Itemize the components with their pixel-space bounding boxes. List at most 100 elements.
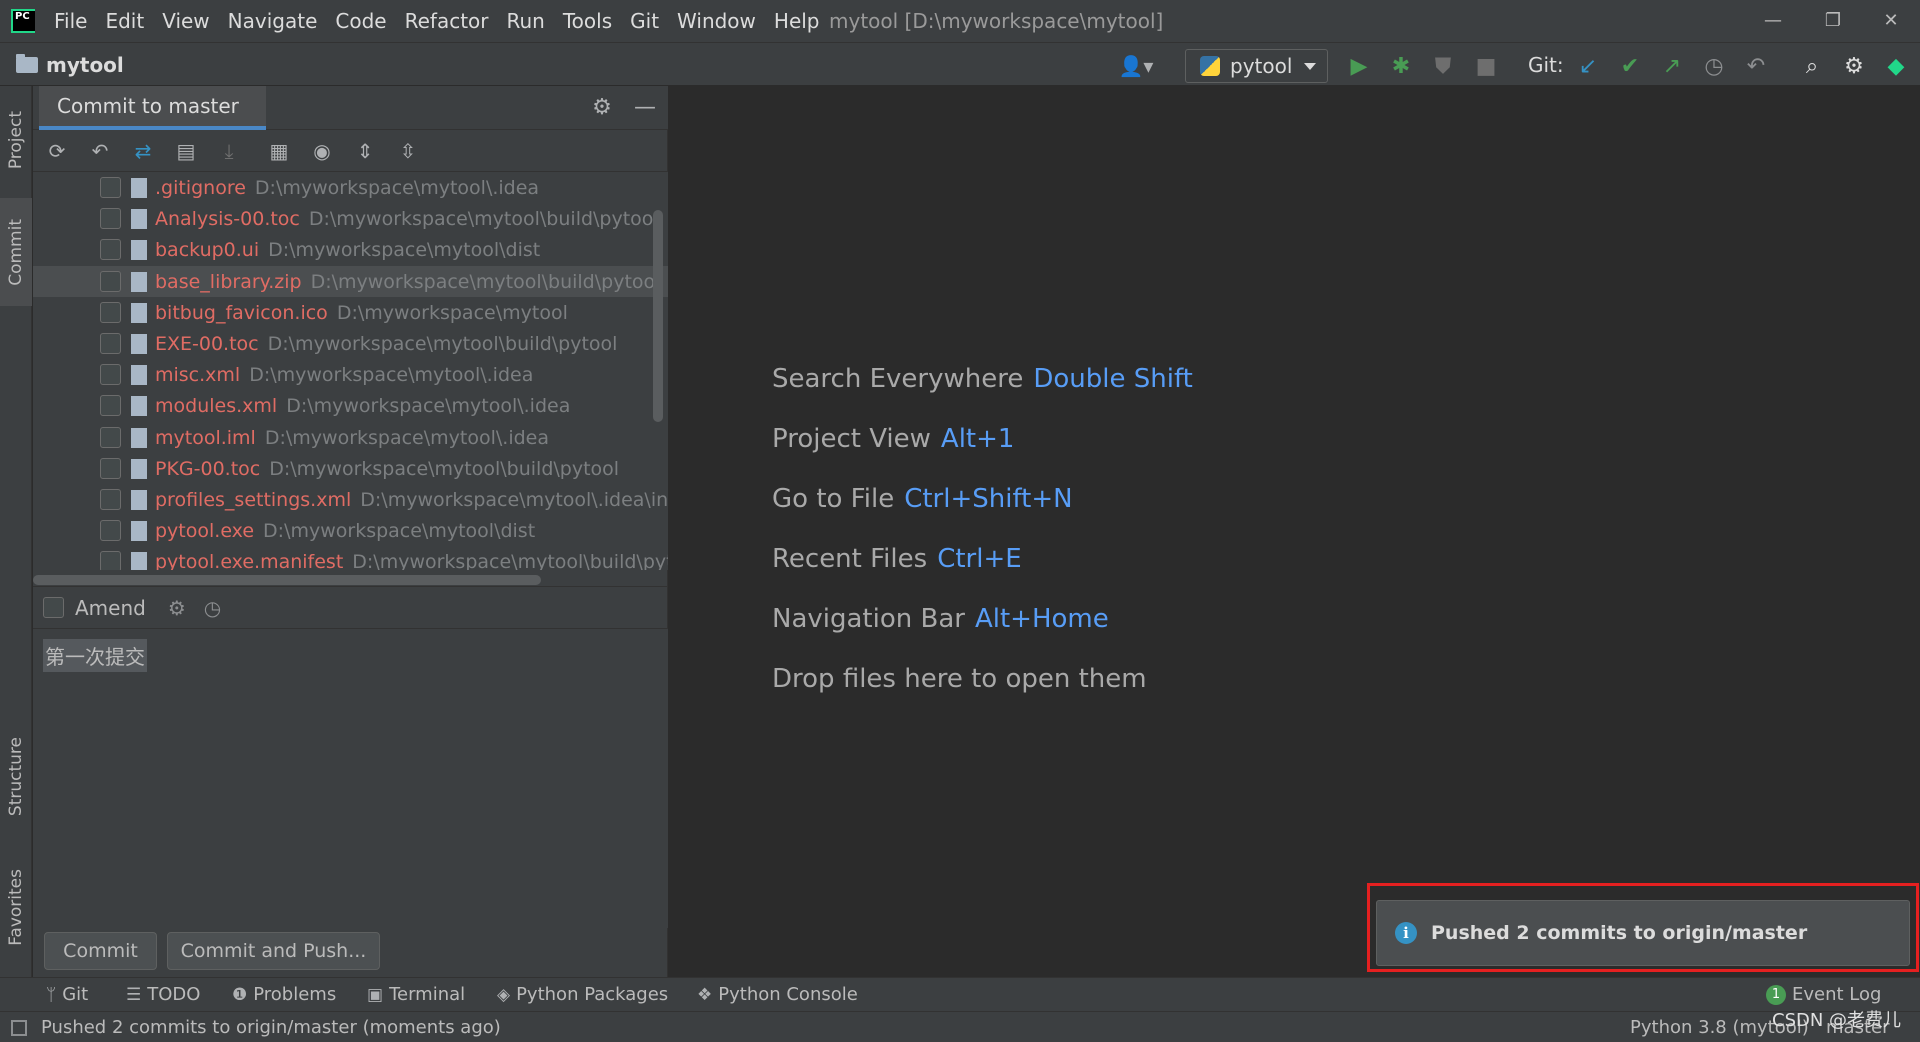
menu-view[interactable]: View (162, 9, 209, 33)
file-checkbox[interactable] (100, 364, 121, 385)
debug-icon[interactable]: ✱ (1388, 53, 1414, 79)
menu-edit[interactable]: Edit (105, 9, 144, 33)
search-icon[interactable]: ⌕ (1799, 53, 1825, 79)
menu-run[interactable]: Run (507, 9, 545, 33)
list-item[interactable]: misc.xml D:\myworkspace\mytool\.idea (33, 359, 668, 390)
list-item[interactable]: backup0.ui D:\myworkspace\mytool\dist (33, 234, 668, 265)
list-item[interactable]: .gitignore D:\myworkspace\mytool\.idea (33, 172, 668, 203)
tab-problems[interactable]: ❶ Problems (232, 984, 336, 1005)
commit-message-area[interactable]: 第一次提交 (33, 628, 668, 928)
list-item[interactable]: pytool.exe.manifest D:\myworkspace\mytool… (33, 546, 668, 570)
update-project-icon[interactable]: ⇄ (131, 139, 155, 163)
menu-refactor[interactable]: Refactor (405, 9, 489, 33)
jetbrains-toolbox-icon[interactable]: ◆ (1883, 53, 1909, 79)
tab-python-console[interactable]: ❖ Python Console (697, 984, 858, 1005)
amend-checkbox[interactable] (43, 597, 64, 618)
horizontal-scrollbar[interactable] (33, 575, 541, 585)
list-item[interactable]: pytool.exe D:\myworkspace\mytool\dist (33, 515, 668, 546)
breadcrumb[interactable]: mytool (16, 53, 124, 77)
editor-area[interactable]: Search Everywhere Double Shift Project Vi… (669, 86, 1920, 977)
git-update-icon[interactable]: ↙ (1575, 53, 1601, 79)
file-checkbox[interactable] (100, 239, 121, 260)
rollback-icon[interactable]: ↶ (88, 139, 112, 163)
list-item[interactable]: EXE-00.toc D:\myworkspace\mytool\build\py… (33, 328, 668, 359)
vertical-scrollbar[interactable] (653, 210, 663, 422)
file-checkbox[interactable] (100, 271, 121, 292)
list-item[interactable]: mytool.iml D:\myworkspace\mytool\.idea (33, 422, 668, 453)
file-checkbox[interactable] (100, 177, 121, 198)
tab-commit-to-master[interactable]: Commit to master (39, 86, 266, 130)
menu-file[interactable]: File (54, 9, 87, 33)
file-checkbox[interactable] (100, 489, 121, 510)
gear-icon[interactable]: ⚙ (589, 95, 615, 121)
shelve-icon[interactable]: ▤ (174, 139, 198, 163)
hint-shortcut: Ctrl+Shift+N (904, 484, 1073, 514)
file-checkbox[interactable] (100, 520, 121, 541)
file-path: D:\myworkspace\mytool\.idea (254, 176, 540, 199)
tab-commit[interactable]: Commit (0, 198, 32, 306)
restore-button[interactable]: ❐ (1818, 6, 1848, 36)
list-item[interactable]: Analysis-00.toc D:\myworkspace\mytool\bui… (33, 203, 668, 234)
tab-git[interactable]: ᛘ Git (46, 984, 88, 1005)
status-message[interactable]: Pushed 2 commits to origin/master (momen… (41, 1017, 501, 1038)
tab-python-console-label: Python Console (718, 984, 858, 1005)
chevron-down-icon (1304, 62, 1317, 70)
git-history-icon[interactable]: ◷ (1701, 53, 1727, 79)
file-path: D:\myworkspace\mytool\build\pytool (267, 332, 618, 355)
list-item[interactable]: profiles_settings.xml D:\myworkspace\myto… (33, 484, 668, 515)
file-checkbox[interactable] (100, 208, 121, 229)
tab-todo[interactable]: ☰ TODO (126, 984, 200, 1005)
project-name: mytool (46, 53, 124, 77)
close-button[interactable]: ✕ (1876, 6, 1906, 36)
file-name: Analysis-00.toc (155, 207, 300, 230)
commit-and-push-button[interactable]: Commit and Push... (167, 932, 380, 970)
minimize-button[interactable]: — (1758, 6, 1788, 36)
list-item[interactable]: bitbug_favicon.ico D:\myworkspace\mytool (33, 297, 668, 328)
download-icon[interactable]: ⤓ (217, 139, 241, 163)
list-item[interactable]: PKG-00.toc D:\myworkspace\mytool\build\py… (33, 453, 668, 484)
run-icon[interactable]: ▶ (1346, 53, 1372, 79)
push-notification[interactable]: i Pushed 2 commits to origin/master (1376, 900, 1910, 966)
tab-favorites[interactable]: Favorites (0, 852, 32, 962)
file-checkbox[interactable] (100, 333, 121, 354)
menu-code[interactable]: Code (335, 9, 386, 33)
git-push-icon[interactable]: ↗ (1659, 53, 1685, 79)
hint-shortcut: Alt+1 (940, 424, 1015, 454)
file-checkbox[interactable] (100, 551, 121, 570)
tab-structure[interactable]: Structure (0, 722, 32, 832)
file-checkbox[interactable] (100, 302, 121, 323)
tab-favorites-label: Favorites (6, 868, 26, 946)
menu-git[interactable]: Git (630, 9, 659, 33)
tab-project[interactable]: Project (0, 94, 32, 186)
collapse-all-icon[interactable]: ⇳ (396, 139, 420, 163)
menu-tools[interactable]: Tools (563, 9, 612, 33)
file-checkbox[interactable] (100, 458, 121, 479)
tab-event-log[interactable]: 1 Event Log (1766, 984, 1881, 1005)
run-configuration-select[interactable]: pytool (1185, 49, 1328, 83)
user-dropdown-icon[interactable]: 👤▾ (1116, 53, 1156, 79)
commit-message-text[interactable]: 第一次提交 (43, 639, 147, 672)
menu-window[interactable]: Window (677, 9, 756, 33)
hide-panel-icon[interactable]: — (632, 95, 658, 121)
list-item[interactable]: base_library.zip D:\myworkspace\mytool\bu… (33, 266, 668, 297)
tab-python-packages[interactable]: ◈ Python Packages (497, 984, 668, 1005)
git-commit-icon[interactable]: ✔ (1617, 53, 1643, 79)
gear-icon[interactable]: ⚙ (1841, 53, 1867, 79)
eye-icon[interactable]: ◉ (310, 139, 334, 163)
commit-button[interactable]: Commit (44, 932, 157, 970)
stop-icon[interactable]: ■ (1473, 53, 1499, 79)
file-checkbox[interactable] (100, 395, 121, 416)
tab-terminal[interactable]: ▣ Terminal (367, 984, 465, 1005)
run-with-coverage-icon[interactable]: ⛊ (1430, 53, 1456, 79)
menu-help[interactable]: Help (774, 9, 820, 33)
history-icon[interactable]: ◷ (204, 596, 221, 620)
list-item[interactable]: modules.xml D:\myworkspace\mytool\.idea (33, 390, 668, 421)
git-rollback-icon[interactable]: ↶ (1743, 53, 1769, 79)
menu-navigate[interactable]: Navigate (228, 9, 318, 33)
expand-all-icon[interactable]: ⇕ (353, 139, 377, 163)
refresh-icon[interactable]: ⟳ (45, 139, 69, 163)
toggle-tool-windows-icon[interactable] (11, 1020, 27, 1036)
gear-icon[interactable]: ⚙ (168, 596, 186, 620)
group-by-icon[interactable]: ▦ (267, 139, 291, 163)
file-checkbox[interactable] (100, 427, 121, 448)
